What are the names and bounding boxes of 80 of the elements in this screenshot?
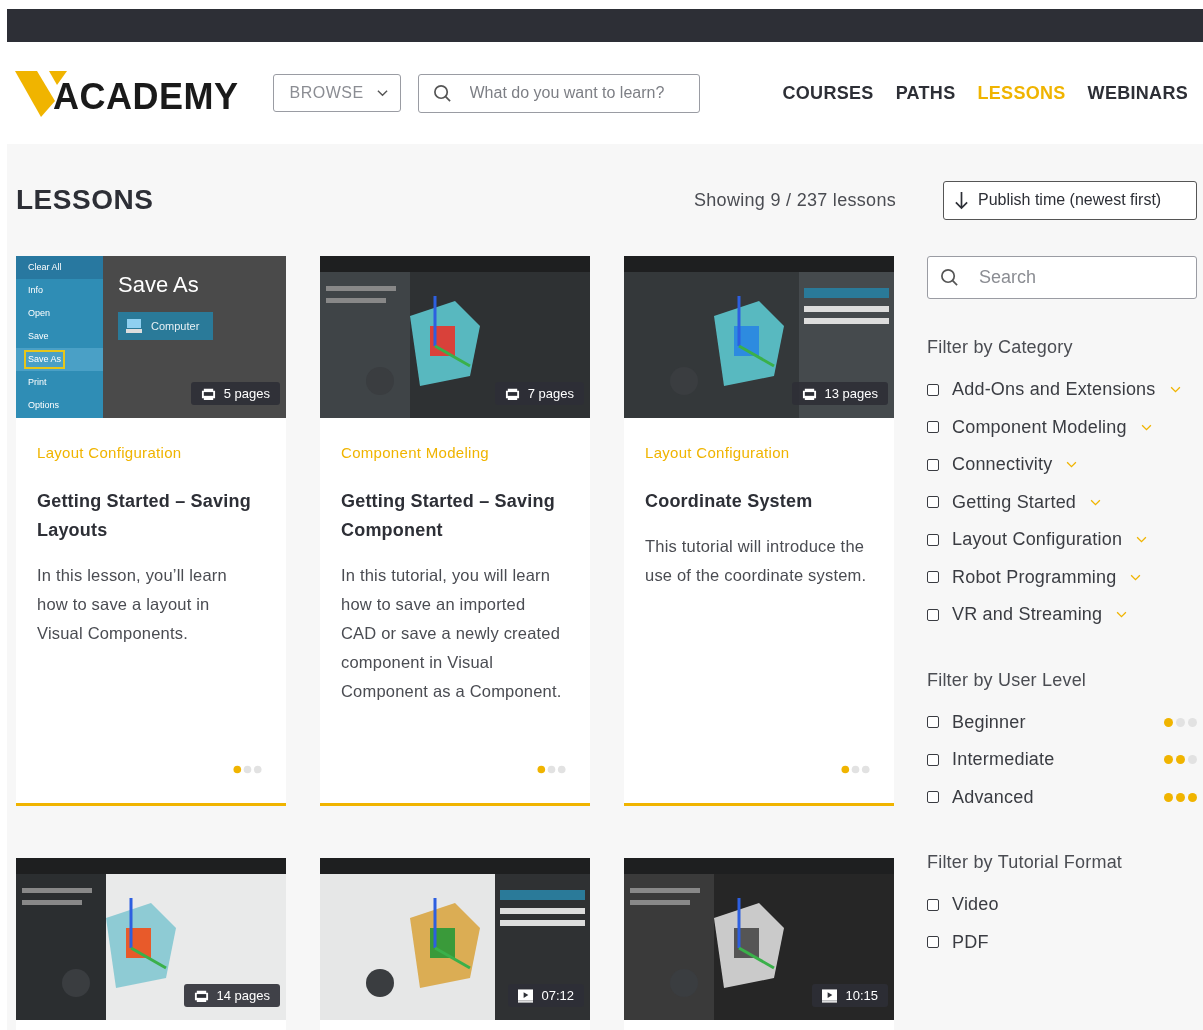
- menu-item[interactable]: Open: [24, 303, 55, 324]
- filter-option[interactable]: Intermediate: [927, 741, 1197, 779]
- filter-heading: Filter by Category: [927, 336, 1074, 359]
- checkbox[interactable]: [927, 496, 939, 509]
- format-badge: 14 pages: [183, 984, 280, 1007]
- nav-link[interactable]: WEBINARS: [1087, 79, 1188, 107]
- checkbox[interactable]: [927, 421, 939, 434]
- checkbox[interactable]: [927, 608, 939, 621]
- page-title: LESSONS: [16, 183, 154, 217]
- checkbox[interactable]: [927, 383, 939, 396]
- filter-option[interactable]: VR and Streaming: [927, 596, 1197, 634]
- lesson-title: Getting Started – Saving Layouts: [37, 489, 252, 542]
- checkbox[interactable]: [927, 458, 939, 471]
- document-icon: [504, 386, 520, 401]
- checkbox[interactable]: [927, 753, 939, 766]
- filter-option[interactable]: Video: [927, 886, 1197, 924]
- lesson-category: Layout Configuration: [645, 443, 791, 463]
- document-icon: [193, 988, 209, 1003]
- lesson-card[interactable]: 10:15: [624, 858, 894, 1030]
- chevron-down-icon: [1140, 423, 1152, 431]
- lesson-description: In this lesson, you’ll learn how to save a layout in Visual Components.: [37, 564, 228, 644]
- filter-heading: Filter by User Level: [927, 668, 1088, 692]
- chevron-down-icon: [376, 89, 388, 97]
- logo-text: ACADEMY: [53, 79, 239, 115]
- filter-search-field[interactable]: Search: [927, 256, 1197, 299]
- chevron-down-icon: [1116, 611, 1128, 619]
- dialog-title: Save As: [118, 274, 200, 296]
- checkbox[interactable]: [927, 533, 939, 546]
- menu-item[interactable]: Info: [24, 280, 47, 301]
- checkbox[interactable]: [927, 791, 939, 804]
- chevron-down-icon: [1090, 498, 1102, 506]
- checkbox[interactable]: [927, 571, 939, 584]
- lesson-description: In this tutorial, you will learn how to save an imported CAD or save a newly created component in Visual Component as a Component.: [341, 564, 563, 702]
- lesson-card[interactable]: 13 pages Layout Configuration Coordinate System This tutorial will introduce the use of the coordinate system.: [624, 256, 894, 806]
- document-icon: [801, 386, 817, 401]
- checkbox[interactable]: [927, 936, 939, 949]
- lesson-card[interactable]: 14 pages: [16, 858, 286, 1030]
- site-search-field[interactable]: What do you want to learn?: [417, 73, 700, 113]
- play-icon: [518, 988, 534, 1003]
- filter-option[interactable]: Getting Started: [927, 483, 1197, 521]
- filter-option[interactable]: Component Modeling: [927, 408, 1197, 446]
- filter-option[interactable]: Robot Programming: [927, 558, 1197, 596]
- menu-item[interactable]: Save: [24, 326, 53, 347]
- lesson-card[interactable]: 7 pages Component Modeling Getting Started – Saving Component In this tutorial, you will learn how to save an imported CAD or save a newly created component in Visual Component as a Component.: [320, 256, 590, 806]
- filter-option[interactable]: Connectivity: [927, 446, 1197, 484]
- play-icon: [822, 988, 838, 1003]
- lesson-description: This tutorial will introduce the use of the coordinate system.: [645, 535, 868, 586]
- menu-item[interactable]: Options: [24, 395, 64, 416]
- sort-button[interactable]: Publish time (newest first): [943, 180, 1197, 220]
- menu-item[interactable]: Print: [24, 372, 51, 393]
- chevron-down-icon: [1136, 536, 1148, 544]
- filter-heading: Filter by Tutorial Format: [927, 851, 1124, 874]
- lesson-card[interactable]: Clear All Info Open Save Save As Print Options Save As Computer 5 pages Layout Configuration Getting Started – Saving Layouts In this lesson, you’ll learn how to save a layout in Visual Components.: [16, 256, 286, 806]
- nav-link[interactable]: COURSES: [782, 79, 874, 107]
- chevron-down-icon: [1066, 461, 1078, 469]
- document-icon: [200, 386, 216, 401]
- computer-icon: [126, 319, 142, 333]
- format-badge: 5 pages: [190, 382, 280, 405]
- results-count: Showing 9 / 237 lessons: [693, 188, 896, 212]
- checkbox[interactable]: [927, 716, 939, 729]
- lesson-title: Coordinate System: [645, 489, 814, 513]
- lesson-category: Layout Configuration: [37, 443, 183, 463]
- chevron-down-icon: [1169, 386, 1181, 394]
- search-icon: [432, 83, 452, 103]
- lesson-card[interactable]: 07:12: [320, 858, 590, 1030]
- filter-option[interactable]: Advanced: [927, 778, 1197, 816]
- format-badge: 13 pages: [791, 382, 888, 405]
- nav-link[interactable]: PATHS: [895, 79, 956, 107]
- lesson-category: Component Modeling: [341, 443, 490, 463]
- filter-option[interactable]: Layout Configuration: [927, 521, 1197, 559]
- arrow-down-icon: [954, 190, 969, 210]
- checkbox[interactable]: [927, 898, 939, 911]
- format-badge: 10:15: [812, 984, 888, 1007]
- chevron-down-icon: [1130, 573, 1142, 581]
- filter-option[interactable]: Beginner: [927, 703, 1197, 741]
- filter-option[interactable]: Add-Ons and Extensions: [927, 371, 1197, 409]
- lesson-title: Getting Started – Saving Component: [341, 489, 556, 542]
- filter-option[interactable]: PDF: [927, 923, 1197, 961]
- computer-button[interactable]: Computer: [118, 312, 213, 340]
- search-icon: [940, 268, 959, 287]
